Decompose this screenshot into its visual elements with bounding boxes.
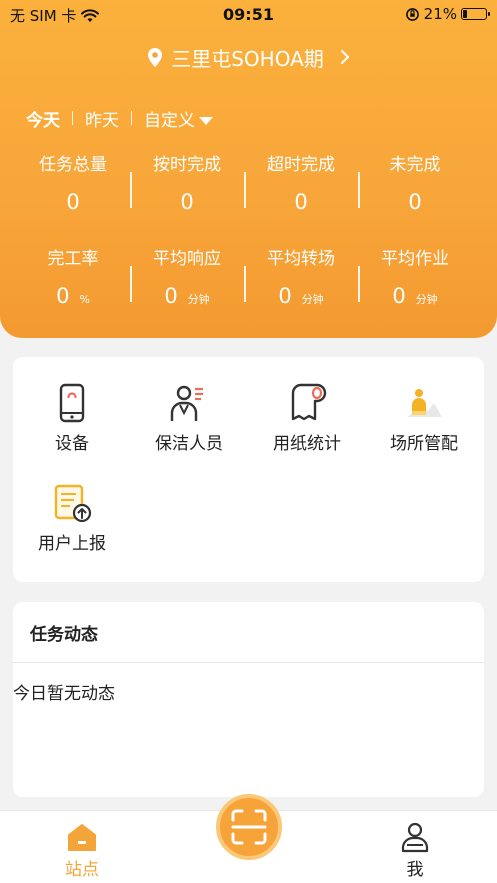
stat-label: 完工率 [47, 249, 99, 269]
tab-divider [131, 111, 132, 125]
user-report-icon [54, 484, 92, 523]
stat-total-tasks[interactable]: 任务总量 0 [16, 152, 130, 216]
stat-incomplete[interactable]: 未完成 0 [358, 152, 472, 216]
battery-icon [461, 8, 490, 20]
menu-item-cleaners[interactable]: 保洁人员 [134, 383, 244, 454]
stat-value-group: 0% [16, 282, 130, 310]
stat-label: 平均响应 [153, 249, 221, 269]
function-menu-card: 设备 保洁人员 用纸统计 场所管配 用户上报 [13, 357, 484, 582]
status-bar: 无 SIM 卡 09:51 21% [0, 0, 497, 30]
feed-title: 任务动态 [30, 625, 98, 645]
stat-on-time[interactable]: 按时完成 0 [130, 152, 244, 216]
stat-avg-work[interactable]: 平均作业 0 分钟 [358, 246, 472, 310]
stat-value: 0 [56, 284, 70, 308]
scan-icon [231, 809, 267, 845]
divider [13, 662, 484, 663]
location-selector[interactable]: 三里屯SOHOA期 [0, 42, 497, 72]
orientation-lock-icon [405, 7, 419, 21]
battery-fill [463, 10, 467, 18]
caret-down-icon [199, 116, 213, 125]
tab-yesterday[interactable]: 昨天 [85, 106, 119, 131]
stat-label: 未完成 [389, 155, 441, 175]
stat-unit: % [79, 293, 90, 306]
home-icon [68, 824, 96, 851]
stats-row-averages: 完工率 0% 平均响应 0 分钟 平均转场 0 分钟 平均作业 0 分钟 [16, 246, 472, 310]
menu-item-paper-stats[interactable]: 用纸统计 [252, 383, 362, 454]
stat-completion-rate[interactable]: 完工率 0% [16, 246, 130, 310]
chevron-right-icon [340, 50, 349, 64]
tab-label: 我 [406, 860, 424, 880]
stat-label: 平均转场 [267, 249, 335, 269]
app-screen: 无 SIM 卡 09:51 21% 三里屯SOHOA期 今天 昨天 自定义 任务… [0, 0, 497, 883]
stat-value-group: 0 分钟 [358, 282, 472, 310]
tab-site[interactable]: 站点 [42, 821, 122, 880]
stat-overtime[interactable]: 超时完成 0 [244, 152, 358, 216]
tab-me[interactable]: 我 [375, 821, 455, 880]
stat-value: 0 [164, 284, 178, 308]
stat-label: 平均作业 [381, 249, 449, 269]
venue-manage-icon [408, 389, 442, 417]
menu-item-user-report[interactable]: 用户上报 [17, 483, 127, 554]
feed-empty-text: 今日暂无动态 [13, 684, 115, 704]
stat-value: 0 [294, 190, 308, 214]
cleaner-person-icon [170, 385, 203, 421]
stat-label: 按时完成 [153, 155, 221, 175]
scan-button[interactable] [216, 794, 282, 860]
stat-value: 0 [278, 284, 292, 308]
map-pin-icon [148, 47, 163, 67]
header-panel: 无 SIM 卡 09:51 21% 三里屯SOHOA期 今天 昨天 自定义 任务… [0, 0, 497, 338]
stat-label: 超时完成 [267, 155, 335, 175]
stat-unit: 分钟 [187, 293, 210, 306]
phone-device-icon [59, 383, 85, 423]
stat-value-group: 0 分钟 [244, 282, 358, 310]
tab-custom-label: 自定义 [144, 110, 195, 131]
task-feed-card: 任务动态 今日暂无动态 [13, 602, 484, 797]
stat-avg-response[interactable]: 平均响应 0 分钟 [130, 246, 244, 310]
tab-label: 站点 [65, 860, 99, 880]
menu-item-venue-manage[interactable]: 场所管配 [369, 383, 479, 454]
menu-label: 用纸统计 [273, 434, 341, 454]
stat-label: 任务总量 [39, 155, 107, 175]
tab-divider [72, 111, 73, 125]
menu-label: 用户上报 [38, 534, 106, 554]
tab-today[interactable]: 今天 [26, 106, 60, 131]
menu-label: 场所管配 [390, 434, 458, 454]
stat-value: 0 [408, 190, 422, 214]
battery-percent: 21% [423, 5, 457, 23]
stat-value: 0 [180, 190, 194, 214]
menu-item-device[interactable]: 设备 [17, 383, 127, 454]
stat-unit: 分钟 [415, 293, 438, 306]
menu-label: 保洁人员 [155, 434, 223, 454]
location-name: 三里屯SOHOA期 [171, 46, 324, 71]
battery-group: 21% [405, 5, 490, 23]
stat-value: 0 [392, 284, 406, 308]
user-icon [401, 822, 429, 853]
tab-custom[interactable]: 自定义 [144, 106, 213, 131]
menu-label: 设备 [55, 434, 89, 454]
stat-value: 0 [66, 190, 80, 214]
stat-unit: 分钟 [301, 293, 324, 306]
stats-row-tasks: 任务总量 0 按时完成 0 超时完成 0 未完成 0 [16, 152, 472, 216]
toilet-paper-icon [291, 383, 327, 421]
stat-value-group: 0 分钟 [130, 282, 244, 310]
date-filter-tabs: 今天 昨天 自定义 [26, 106, 213, 131]
stat-avg-transfer[interactable]: 平均转场 0 分钟 [244, 246, 358, 310]
